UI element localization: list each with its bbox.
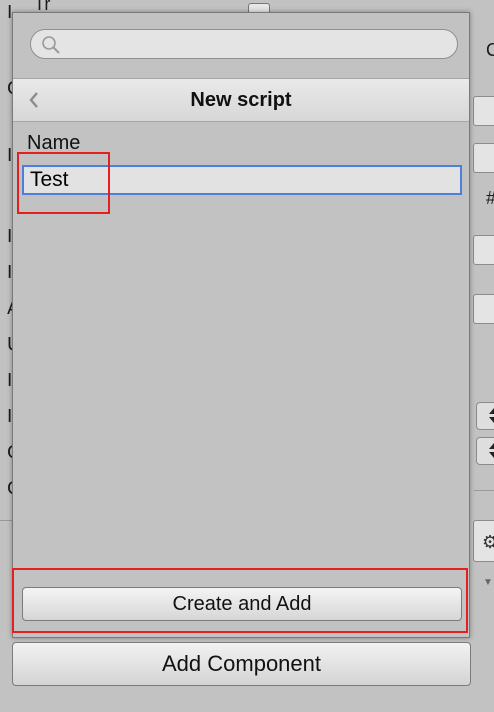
search-icon xyxy=(42,36,60,54)
inspector-divider xyxy=(474,490,494,491)
add-component-button[interactable]: Add Component xyxy=(12,642,471,686)
search-area xyxy=(13,13,469,78)
inspector-right-label: # xyxy=(486,188,494,209)
inspector-value-field[interactable] xyxy=(473,294,494,324)
name-label: Name xyxy=(27,132,81,154)
create-and-add-button[interactable]: Create and Add xyxy=(22,587,462,621)
search-input[interactable] xyxy=(30,29,458,59)
up-down-stepper-icon[interactable] xyxy=(476,437,494,465)
dropdown-arrow-icon[interactable]: ▼ xyxy=(483,577,493,588)
gear-icon[interactable]: ⚙ xyxy=(482,532,494,553)
inspector-value-field[interactable] xyxy=(473,96,494,126)
inspector-right-label: C xyxy=(486,40,494,60)
up-down-stepper-icon[interactable] xyxy=(476,402,494,430)
add-component-popup: New script Name Create and Add xyxy=(12,12,470,638)
page-title: New script xyxy=(190,89,292,111)
inspector-value-field[interactable] xyxy=(473,235,494,265)
popup-header: New script xyxy=(13,78,469,122)
script-name-input[interactable] xyxy=(22,165,462,195)
inspector-value-field[interactable] xyxy=(473,143,494,173)
